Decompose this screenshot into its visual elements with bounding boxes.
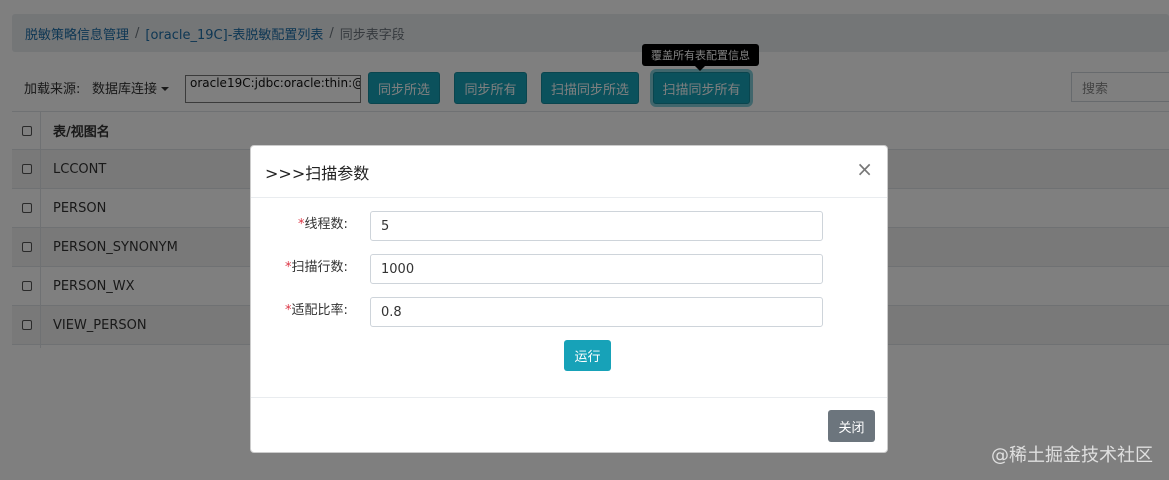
modal-footer: 关闭 (251, 397, 887, 454)
scan-rows-input[interactable]: 1000 (370, 254, 823, 284)
modal-header: >>>扫描参数 × (251, 146, 887, 198)
scan-rows-label: *扫描行数: (285, 260, 348, 275)
thread-count-input[interactable]: 5 (370, 211, 823, 241)
match-ratio-label: *适配比率: (285, 303, 348, 318)
close-icon[interactable]: × (856, 159, 873, 179)
close-button[interactable]: 关闭 (828, 410, 875, 442)
thread-count-label: *线程数: (298, 217, 348, 232)
watermark: @稀土掘金技术社区 (991, 445, 1153, 466)
scan-params-modal: >>>扫描参数 × *线程数: 5 *扫描行数: 1000 *适配比率: 0.8… (250, 145, 888, 453)
run-button[interactable]: 运行 (564, 340, 611, 371)
match-ratio-input[interactable]: 0.8 (370, 297, 823, 327)
modal-title: >>>扫描参数 (265, 164, 370, 183)
